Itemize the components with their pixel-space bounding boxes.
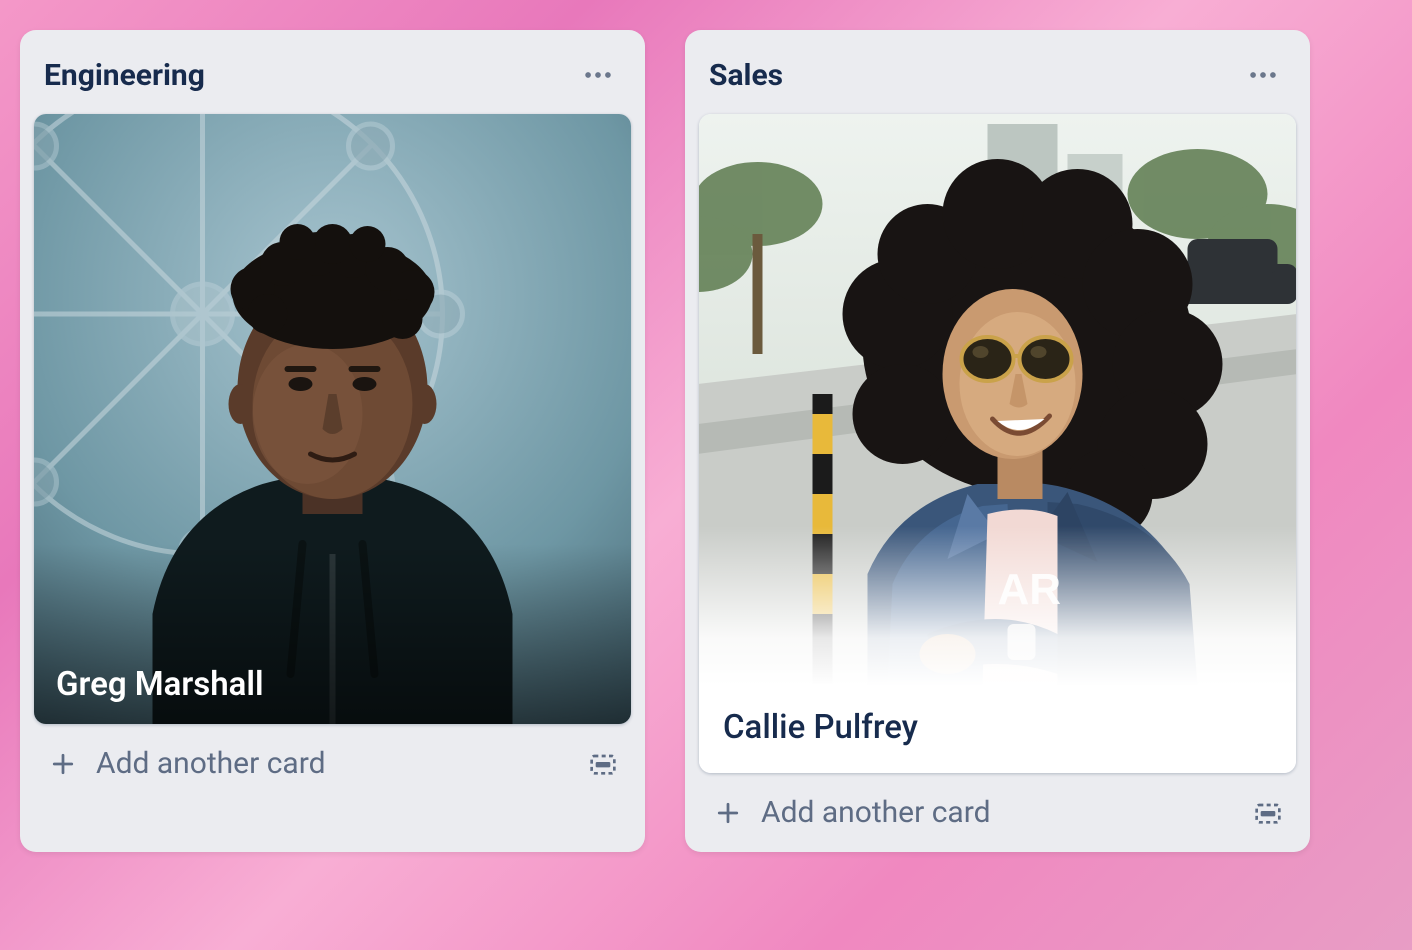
list-sales: Sales <box>685 30 1310 852</box>
card-greg-marshall[interactable]: Greg Marshall <box>34 114 631 724</box>
add-card-button[interactable]: Add another card <box>713 795 991 830</box>
plus-icon <box>713 798 743 828</box>
template-icon <box>1252 797 1284 829</box>
card-template-button[interactable] <box>587 748 619 780</box>
cover-fade <box>699 526 1296 686</box>
list-title[interactable]: Engineering <box>44 58 205 93</box>
list-menu-button[interactable] <box>1242 54 1284 96</box>
list-menu-button[interactable] <box>577 54 619 96</box>
list-header: Sales <box>699 44 1296 114</box>
card-title: Callie Pulfrey <box>699 686 1296 773</box>
list-engineering: Engineering <box>20 30 645 852</box>
template-icon <box>587 748 619 780</box>
list-title[interactable]: Sales <box>709 58 783 93</box>
more-horizontal-icon <box>1246 58 1280 92</box>
plus-icon <box>48 749 78 779</box>
list-footer: Add another card <box>34 724 631 789</box>
add-card-label: Add another card <box>761 795 991 830</box>
card-title: Greg Marshall <box>34 641 631 724</box>
add-card-button[interactable]: Add another card <box>48 746 326 781</box>
card-cover-image: AR <box>699 114 1296 686</box>
card-callie-pulfrey[interactable]: AR <box>699 114 1296 773</box>
add-card-label: Add another card <box>96 746 326 781</box>
card-cover-image: Greg Marshall <box>34 114 631 724</box>
card-template-button[interactable] <box>1252 797 1284 829</box>
list-footer: Add another card <box>699 773 1296 838</box>
list-header: Engineering <box>34 44 631 114</box>
board: Engineering <box>0 0 1412 882</box>
more-horizontal-icon <box>581 58 615 92</box>
